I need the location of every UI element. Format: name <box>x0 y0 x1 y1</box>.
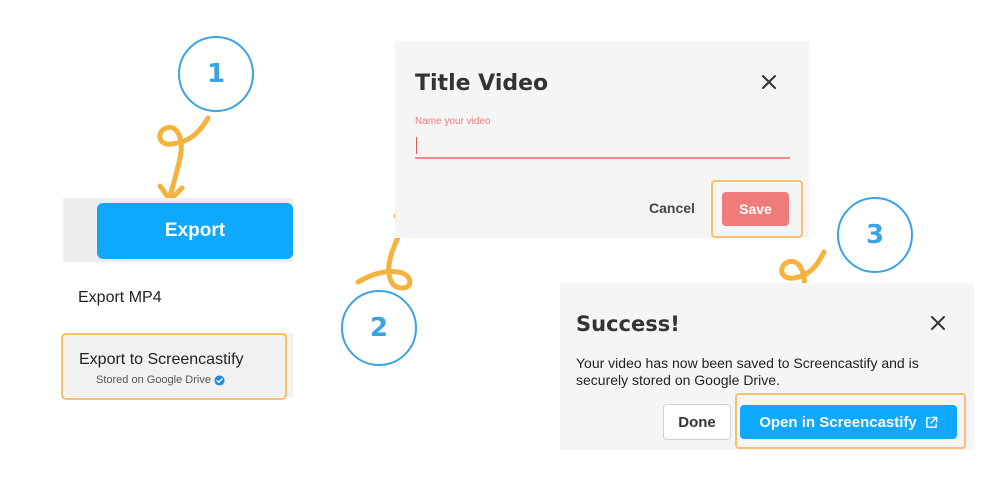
close-icon[interactable] <box>759 72 779 92</box>
save-button[interactable]: Save <box>722 192 789 226</box>
success-message: Your video has now been saved to Screenc… <box>576 355 919 388</box>
export-button[interactable]: Export <box>97 203 293 259</box>
stored-note: Stored on Google Drive <box>96 374 225 386</box>
done-button[interactable]: Done <box>663 404 731 440</box>
video-name-label: Name your video <box>415 116 491 127</box>
open-in-screencastify-button[interactable]: Open in Screencastify <box>740 405 957 439</box>
stored-note-text: Stored on Google Drive <box>96 374 211 386</box>
export-mp4-option[interactable]: Export MP4 <box>78 289 162 307</box>
success-title: Success! <box>576 312 680 336</box>
step-3-circle: 3 <box>837 197 913 273</box>
export-screencastify-option[interactable]: Export to Screencastify Stored on Google… <box>61 333 287 400</box>
step-1-circle: 1 <box>178 36 254 112</box>
external-link-icon <box>925 416 938 428</box>
close-icon[interactable] <box>930 315 946 331</box>
open-in-screencastify-label: Open in Screencastify <box>759 413 917 431</box>
text-caret <box>416 137 417 154</box>
cancel-button[interactable]: Cancel <box>649 200 695 216</box>
export-screencastify-label: Export to Screencastify <box>79 351 244 368</box>
video-name-input[interactable] <box>415 131 790 159</box>
dialog-title: Title Video <box>415 71 549 96</box>
step-1-arrow-icon <box>157 115 211 203</box>
verified-check-icon <box>214 374 225 386</box>
step-2-circle: 2 <box>341 290 417 366</box>
